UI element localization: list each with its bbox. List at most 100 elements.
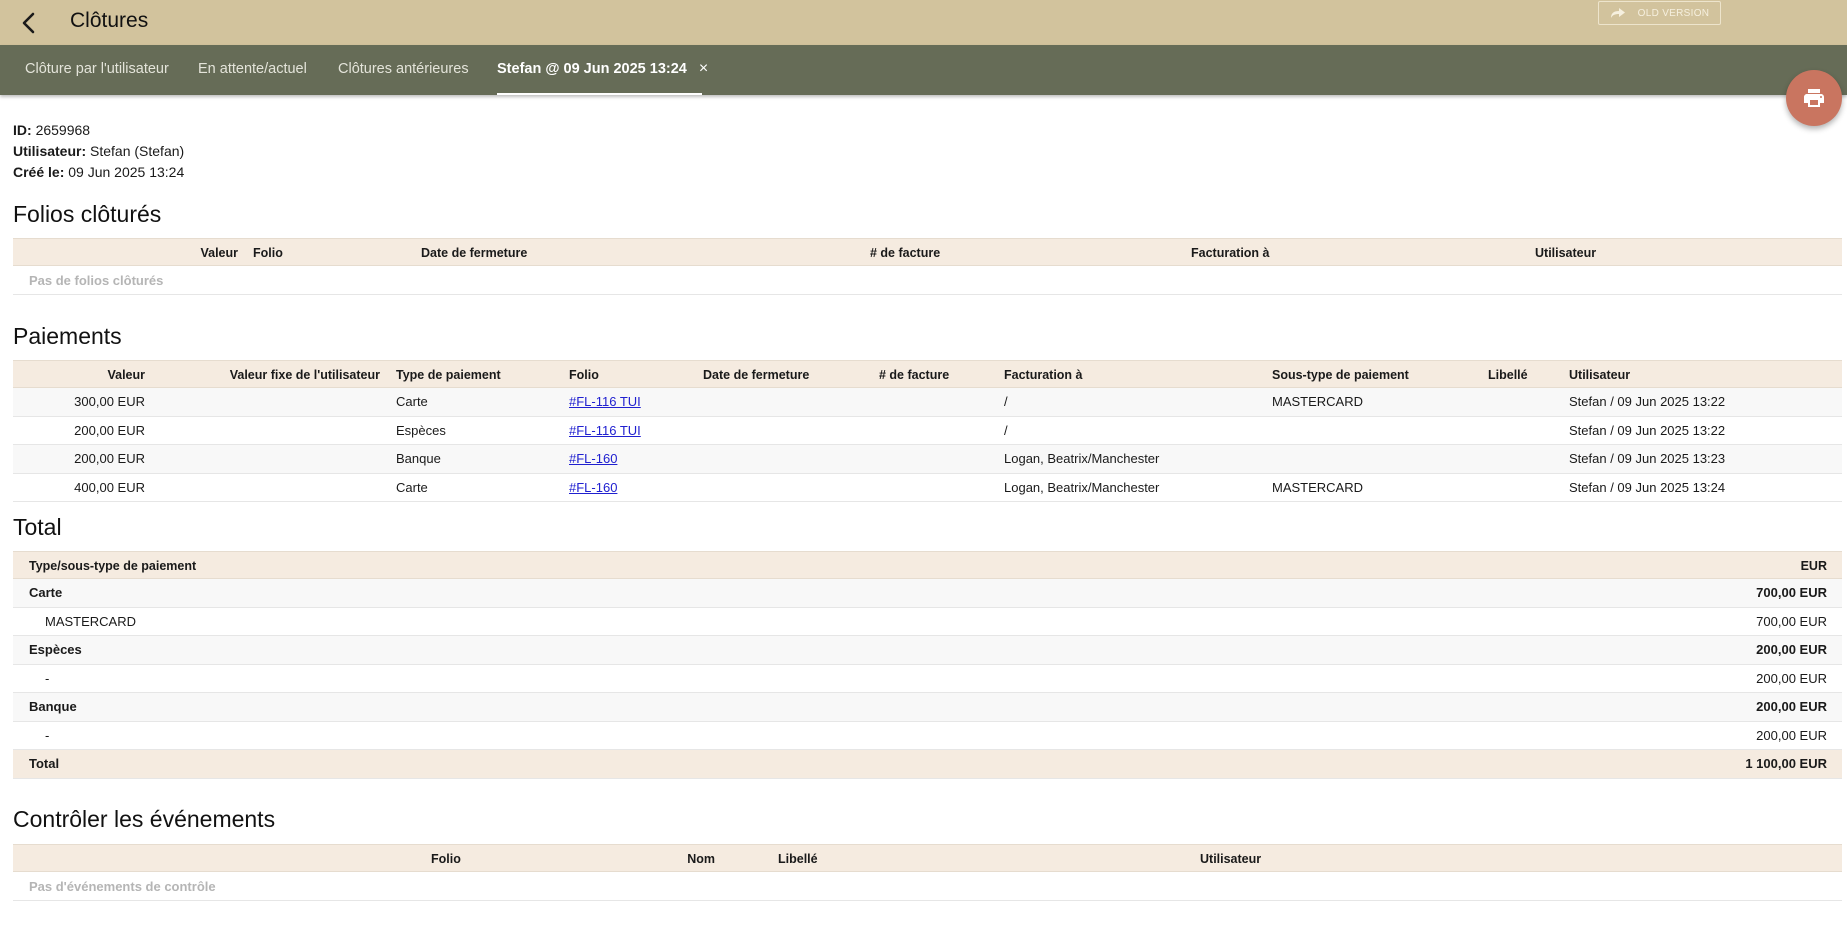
tab-current-closure-label: Stefan @ 09 Jun 2025 13:24 bbox=[497, 61, 687, 77]
cell-user: Stefan / 09 Jun 2025 13:23 bbox=[1569, 451, 1726, 466]
total-amount: 1 100,00 EUR bbox=[1745, 756, 1827, 771]
table-header: Valeur Folio Date de fermeture # de fact… bbox=[13, 238, 1842, 266]
cell-billing: / bbox=[1004, 394, 1008, 409]
cell-user: Stefan / 09 Jun 2025 13:22 bbox=[1569, 394, 1726, 409]
col-header: Libellé bbox=[778, 852, 818, 866]
cell-folio: #FL-116 TUI bbox=[569, 417, 641, 445]
empty-message: Pas d'événements de contrôle bbox=[13, 872, 1842, 901]
cell-folio: #FL-160 bbox=[569, 445, 617, 473]
section-title-closed-folios: Folios clôturés bbox=[13, 201, 162, 227]
table-header: Nom Folio Libellé Utilisateur bbox=[13, 844, 1842, 872]
tab-closure-by-user[interactable]: Clôture par l'utilisateur bbox=[25, 45, 169, 95]
total-label: Carte bbox=[29, 585, 63, 600]
cell-user: Stefan / 09 Jun 2025 13:24 bbox=[1569, 479, 1726, 495]
folio-link[interactable]: #FL-116 TUI bbox=[569, 394, 641, 409]
page-title: Clôtures bbox=[70, 9, 149, 32]
old-version-button[interactable]: OLD VERSION bbox=[1598, 1, 1721, 25]
empty-message: Pas de folios clôturés bbox=[13, 266, 1842, 295]
tab-previous-closures[interactable]: Clôtures antérieures bbox=[338, 45, 469, 95]
col-header: # de facture bbox=[879, 368, 950, 382]
col-header: # de facture bbox=[870, 246, 941, 260]
col-header: Libellé bbox=[1488, 368, 1528, 382]
cell-payment-type: Banque bbox=[396, 451, 441, 466]
col-header: Folio bbox=[431, 852, 461, 866]
cell-value: 400,00 EUR bbox=[74, 479, 145, 495]
total-row-type: Carte 700,00 EUR bbox=[13, 579, 1842, 608]
col-header: Date de fermeture bbox=[703, 368, 810, 382]
total-amount: 700,00 EUR bbox=[1756, 613, 1827, 629]
tab-current-closure[interactable]: Stefan @ 09 Jun 2025 13:24 × bbox=[497, 45, 708, 95]
folio-link[interactable]: #FL-116 TUI bbox=[569, 423, 641, 438]
col-header: Valeur bbox=[107, 368, 145, 382]
cell-billing: / bbox=[1004, 422, 1008, 438]
cell-user: Stefan / 09 Jun 2025 13:22 bbox=[1569, 422, 1726, 438]
col-header: EUR bbox=[1800, 559, 1827, 573]
total-amount: 200,00 EUR bbox=[1756, 642, 1827, 657]
total-row-subtype: - 200,00 EUR bbox=[13, 722, 1842, 750]
col-header: Facturation à bbox=[1191, 246, 1270, 260]
total-label: Total bbox=[29, 756, 60, 771]
total-amount: 200,00 EUR bbox=[1756, 699, 1827, 714]
section-title-total: Total bbox=[13, 514, 62, 540]
meta-created: Créé le: 09 Jun 2025 13:24 bbox=[13, 164, 185, 180]
total-label: Espèces bbox=[29, 642, 82, 657]
closed-folios-table: Valeur Folio Date de fermeture # de fact… bbox=[13, 238, 1842, 295]
payments-table: Valeur Valeur fixe de l'utilisateur Type… bbox=[13, 360, 1842, 502]
total-label: - bbox=[45, 727, 50, 743]
table-header: Type/sous-type de paiement EUR bbox=[13, 551, 1842, 579]
grand-total-row: Total 1 100,00 EUR bbox=[13, 750, 1842, 779]
total-amount: 200,00 EUR bbox=[1756, 727, 1827, 743]
app-header: Clôtures OLD VERSION bbox=[0, 0, 1847, 45]
meta-id: ID: 2659968 bbox=[13, 122, 91, 138]
tab-bar: Clôture par l'utilisateur En attente/act… bbox=[0, 45, 1847, 95]
cell-value: 200,00 EUR bbox=[74, 451, 145, 466]
total-row-subtype: - 200,00 EUR bbox=[13, 665, 1842, 693]
close-tab-icon[interactable]: × bbox=[699, 60, 708, 77]
table-row: 300,00 EUR Carte #FL-116 TUI / MASTERCAR… bbox=[13, 388, 1842, 417]
total-row-subtype: MASTERCARD 700,00 EUR bbox=[13, 608, 1842, 636]
col-header: Facturation à bbox=[1004, 368, 1083, 382]
col-header: Folio bbox=[253, 246, 283, 260]
col-header: Nom bbox=[687, 852, 715, 866]
cell-folio: #FL-116 TUI bbox=[569, 388, 641, 416]
col-header: Type de paiement bbox=[396, 368, 501, 382]
table-row: 400,00 EUR Carte #FL-160 Logan, Beatrix/… bbox=[13, 474, 1842, 502]
cell-billing: Logan, Beatrix/Manchester bbox=[1004, 479, 1160, 495]
col-header: Utilisateur bbox=[1569, 368, 1631, 382]
totals-table: Type/sous-type de paiement EUR Carte 700… bbox=[13, 551, 1842, 779]
col-header: Valeur fixe de l'utilisateur bbox=[229, 368, 380, 382]
meta-user: Utilisateur: Stefan (Stefan) bbox=[13, 143, 185, 159]
col-header: Date de fermeture bbox=[421, 246, 528, 260]
total-label: - bbox=[45, 670, 50, 686]
col-header: Utilisateur bbox=[1535, 246, 1597, 260]
total-label: MASTERCARD bbox=[45, 613, 137, 629]
table-header: Valeur Valeur fixe de l'utilisateur Type… bbox=[13, 360, 1842, 388]
col-header: Valeur bbox=[200, 246, 238, 260]
section-title-control-events: Contrôler les événements bbox=[13, 806, 276, 832]
tab-pending-current[interactable]: En attente/actuel bbox=[198, 45, 307, 95]
printer-icon bbox=[1804, 89, 1824, 107]
closure-meta: ID: 2659968 Utilisateur: Stefan (Stefan)… bbox=[13, 120, 184, 183]
control-events-table: Nom Folio Libellé Utilisateur Pas d'évén… bbox=[13, 844, 1842, 901]
col-header: Utilisateur bbox=[1200, 852, 1262, 866]
total-amount: 200,00 EUR bbox=[1756, 670, 1827, 686]
old-version-label: OLD VERSION bbox=[1637, 7, 1710, 19]
total-row-type: Espèces 200,00 EUR bbox=[13, 636, 1842, 665]
folio-link[interactable]: #FL-160 bbox=[569, 480, 617, 495]
chevron-left-icon bbox=[22, 12, 35, 34]
cell-value: 200,00 EUR bbox=[74, 422, 145, 438]
cell-billing: Logan, Beatrix/Manchester bbox=[1004, 451, 1160, 466]
print-button[interactable] bbox=[1786, 70, 1842, 126]
back-button[interactable] bbox=[12, 6, 46, 40]
total-row-type: Banque 200,00 EUR bbox=[13, 693, 1842, 722]
cell-payment-type: Espèces bbox=[396, 422, 446, 438]
cell-payment-type: Carte bbox=[396, 479, 428, 495]
total-amount: 700,00 EUR bbox=[1756, 585, 1827, 600]
col-header: Folio bbox=[569, 368, 599, 382]
cell-payment-type: Carte bbox=[396, 394, 428, 409]
col-header: Type/sous-type de paiement bbox=[29, 559, 197, 573]
total-label: Banque bbox=[29, 699, 77, 714]
folio-link[interactable]: #FL-160 bbox=[569, 451, 617, 466]
cell-subtype: MASTERCARD bbox=[1272, 394, 1364, 409]
table-row: 200,00 EUR Espèces #FL-116 TUI / Stefan … bbox=[13, 417, 1842, 445]
